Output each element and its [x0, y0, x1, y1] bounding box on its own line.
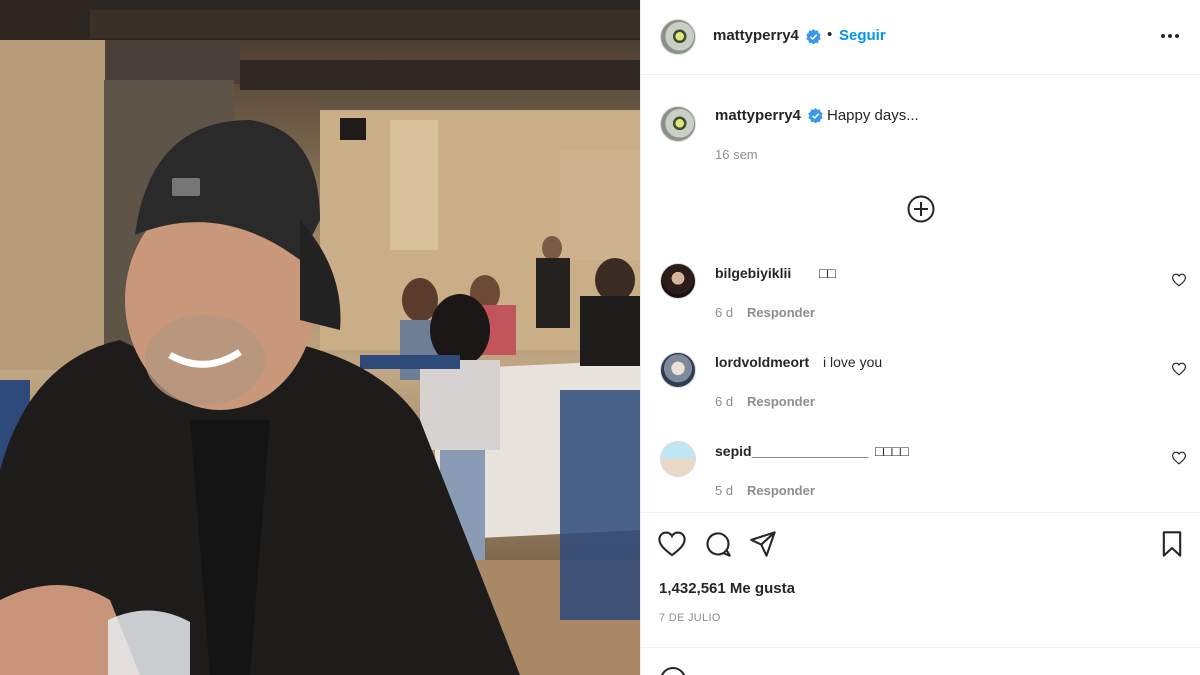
- save-bookmark-icon[interactable]: [1158, 530, 1186, 558]
- post-header: mattyperry4 • Seguir: [641, 0, 1200, 75]
- comment-bubble-icon[interactable]: [704, 530, 732, 558]
- caption-text: Happy days...: [827, 107, 919, 124]
- likes-count[interactable]: 1,432,561 Me gusta: [659, 580, 795, 597]
- comment-text: i love you: [823, 354, 883, 370]
- commenter-avatar[interactable]: [660, 352, 696, 388]
- header-separator: •: [827, 26, 833, 43]
- author-avatar[interactable]: [660, 19, 696, 55]
- reply-button[interactable]: Responder: [747, 483, 815, 498]
- post-photo[interactable]: [0, 0, 640, 675]
- comment-text: □□□□: [875, 443, 909, 459]
- heart-icon[interactable]: [1172, 362, 1186, 376]
- like-heart-icon[interactable]: [658, 530, 686, 558]
- share-paper-plane-icon[interactable]: [749, 530, 777, 558]
- post-detail-panel: mattyperry4 • Seguir mattyperry4 Happy d…: [640, 0, 1200, 675]
- comment-time[interactable]: 6 d: [715, 394, 733, 409]
- post-photo-illustration: [0, 0, 640, 675]
- caption-time[interactable]: 16 sem: [715, 147, 758, 162]
- emoji-icon[interactable]: [659, 666, 687, 675]
- reply-button[interactable]: Responder: [747, 394, 815, 409]
- add-comment-bar: [641, 647, 1200, 675]
- comment-text: □□: [819, 265, 836, 281]
- verified-badge-icon: [808, 108, 823, 123]
- comment-time[interactable]: 6 d: [715, 305, 733, 320]
- commenter-avatar[interactable]: [660, 263, 696, 299]
- caption-username[interactable]: mattyperry4: [715, 107, 801, 124]
- comment-username[interactable]: sepid_______________: [715, 443, 868, 459]
- caption-avatar[interactable]: [660, 106, 696, 142]
- heart-icon[interactable]: [1172, 273, 1186, 287]
- post-date[interactable]: 7 DE JULIO: [659, 612, 721, 624]
- follow-button[interactable]: Seguir: [839, 27, 886, 44]
- more-options-icon[interactable]: [1159, 26, 1181, 46]
- comment-time[interactable]: 5 d: [715, 483, 733, 498]
- reply-button[interactable]: Responder: [747, 305, 815, 320]
- comment-username[interactable]: lordvoldmeort: [715, 354, 809, 370]
- comment-username[interactable]: bilgebiyiklii: [715, 265, 791, 281]
- verified-badge-icon: [806, 29, 821, 44]
- heart-icon[interactable]: [1172, 451, 1186, 465]
- load-more-comments-icon[interactable]: [907, 195, 935, 223]
- commenter-avatar[interactable]: [660, 441, 696, 477]
- author-username[interactable]: mattyperry4: [713, 27, 799, 44]
